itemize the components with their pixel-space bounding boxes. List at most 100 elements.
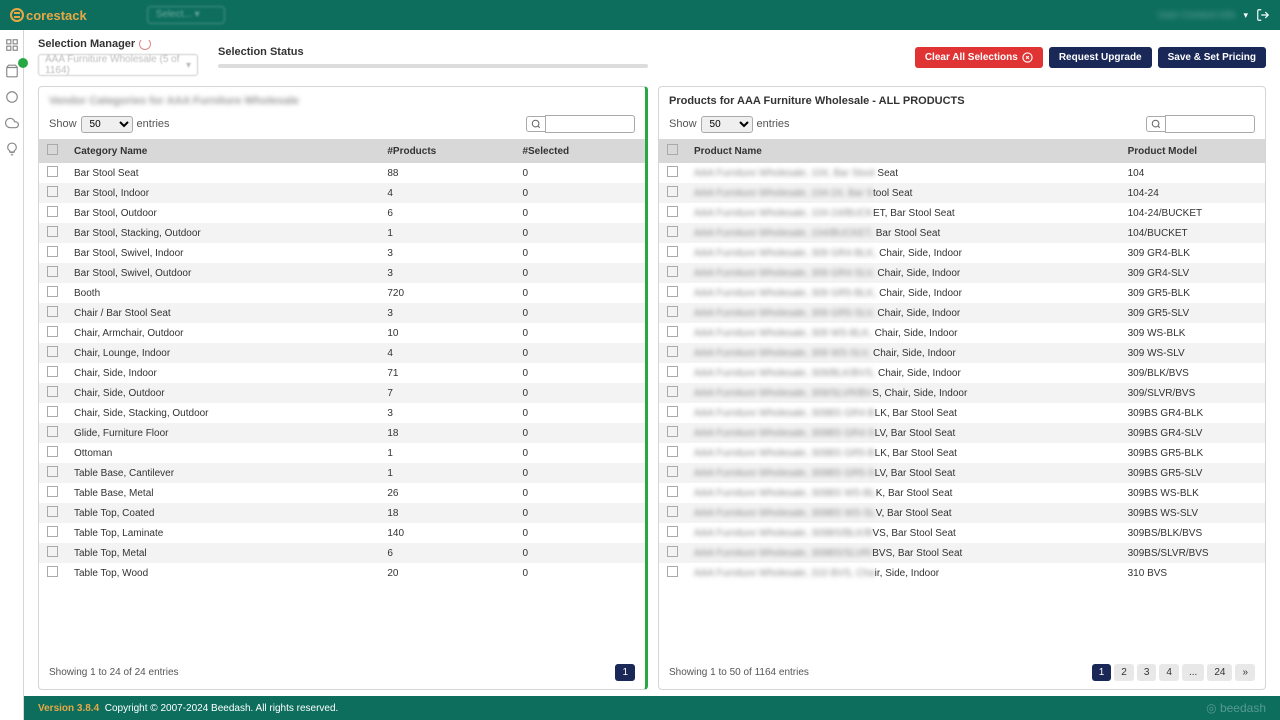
table-row[interactable]: Bar Stool, Swivel, Indoor30	[39, 243, 645, 263]
reload-icon[interactable]	[139, 38, 151, 50]
col-products[interactable]: #Products	[379, 139, 514, 163]
row-checkbox[interactable]	[667, 386, 678, 397]
save-pricing-button[interactable]: Save & Set Pricing	[1158, 47, 1266, 68]
page-button[interactable]: 3	[1137, 664, 1157, 681]
page-button[interactable]: 1	[1092, 664, 1112, 681]
row-checkbox[interactable]	[667, 566, 678, 577]
table-row[interactable]: Table Top, Metal60	[39, 543, 645, 563]
table-row[interactable]: Chair, Side, Outdoor70	[39, 383, 645, 403]
row-checkbox[interactable]	[667, 346, 678, 357]
table-row[interactable]: AAA Furniture Wholesale, 309BS/SLVR/BVS,…	[659, 543, 1265, 563]
table-row[interactable]: Chair, Armchair, Outdoor100	[39, 323, 645, 343]
table-row[interactable]: AAA Furniture Wholesale, 309 WS-BLK, Cha…	[659, 323, 1265, 343]
row-checkbox[interactable]	[667, 506, 678, 517]
row-checkbox[interactable]	[667, 206, 678, 217]
row-checkbox[interactable]	[47, 246, 58, 257]
row-checkbox[interactable]	[47, 326, 58, 337]
table-row[interactable]: Bar Stool Seat880	[39, 163, 645, 183]
table-row[interactable]: Glide, Furniture Floor180	[39, 423, 645, 443]
select-all-checkbox[interactable]	[667, 144, 678, 155]
row-checkbox[interactable]	[47, 306, 58, 317]
row-checkbox[interactable]	[667, 486, 678, 497]
table-row[interactable]: Table Top, Laminate1400	[39, 523, 645, 543]
page-button[interactable]: ...	[1182, 664, 1204, 681]
col-product-model[interactable]: Product Model	[1120, 139, 1265, 163]
cloud-icon[interactable]	[5, 116, 19, 130]
page-button[interactable]: 4	[1159, 664, 1179, 681]
table-row[interactable]: AAA Furniture Wholesale, 309/BLK/BVS, Ch…	[659, 363, 1265, 383]
bulb-icon[interactable]	[5, 142, 19, 156]
table-row[interactable]: Bar Stool, Stacking, Outdoor10	[39, 223, 645, 243]
row-checkbox[interactable]	[667, 366, 678, 377]
page-button[interactable]: 1	[615, 664, 635, 681]
categories-search-input[interactable]	[545, 115, 635, 133]
table-row[interactable]: Chair, Side, Indoor710	[39, 363, 645, 383]
table-row[interactable]: AAA Furniture Wholesale, 309BS WS-SLV, B…	[659, 503, 1265, 523]
row-checkbox[interactable]	[47, 546, 58, 557]
table-row[interactable]: Bar Stool, Swivel, Outdoor30	[39, 263, 645, 283]
row-checkbox[interactable]	[667, 526, 678, 537]
table-row[interactable]: AAA Furniture Wholesale, 309BS WS-BLK, B…	[659, 483, 1265, 503]
row-checkbox[interactable]	[667, 286, 678, 297]
row-checkbox[interactable]	[667, 466, 678, 477]
row-checkbox[interactable]	[47, 206, 58, 217]
row-checkbox[interactable]	[47, 166, 58, 177]
table-row[interactable]: AAA Furniture Wholesale, 309/SLVR/BVS, C…	[659, 383, 1265, 403]
row-checkbox[interactable]	[47, 266, 58, 277]
row-checkbox[interactable]	[667, 226, 678, 237]
table-row[interactable]: Chair / Bar Stool Seat30	[39, 303, 645, 323]
row-checkbox[interactable]	[667, 426, 678, 437]
row-checkbox[interactable]	[47, 566, 58, 577]
table-row[interactable]: AAA Furniture Wholesale, 309BS/BLK/BVS, …	[659, 523, 1265, 543]
table-row[interactable]: Table Top, Coated180	[39, 503, 645, 523]
table-row[interactable]: Bar Stool, Indoor40	[39, 183, 645, 203]
table-row[interactable]: Chair, Side, Stacking, Outdoor30	[39, 403, 645, 423]
table-row[interactable]: AAA Furniture Wholesale, 309BS GR5-SLV, …	[659, 463, 1265, 483]
row-checkbox[interactable]	[47, 466, 58, 477]
table-row[interactable]: AAA Furniture Wholesale, 104/BUCKET, Bar…	[659, 223, 1265, 243]
row-checkbox[interactable]	[47, 346, 58, 357]
search-icon[interactable]	[1146, 116, 1165, 132]
table-row[interactable]: AAA Furniture Wholesale, 309 GR5-BLK, Ch…	[659, 283, 1265, 303]
row-checkbox[interactable]	[47, 226, 58, 237]
table-row[interactable]: AAA Furniture Wholesale, 309 GR4-SLV, Ch…	[659, 263, 1265, 283]
table-row[interactable]: Bar Stool, Outdoor60	[39, 203, 645, 223]
table-row[interactable]: AAA Furniture Wholesale, 309 GR4-BLK, Ch…	[659, 243, 1265, 263]
clear-selections-button[interactable]: Clear All Selections	[915, 47, 1043, 68]
table-row[interactable]: AAA Furniture Wholesale, 104-24, Bar Sto…	[659, 183, 1265, 203]
row-checkbox[interactable]	[667, 406, 678, 417]
table-row[interactable]: AAA Furniture Wholesale, 309BS GR4-BLK, …	[659, 403, 1265, 423]
row-checkbox[interactable]	[667, 266, 678, 277]
table-row[interactable]: Booth7200	[39, 283, 645, 303]
refresh-icon[interactable]	[5, 90, 19, 104]
products-search-input[interactable]	[1165, 115, 1255, 133]
col-category-name[interactable]: Category Name	[66, 139, 379, 163]
row-checkbox[interactable]	[47, 386, 58, 397]
page-button[interactable]: 2	[1114, 664, 1134, 681]
row-checkbox[interactable]	[667, 306, 678, 317]
table-row[interactable]: AAA Furniture Wholesale, 104, Bar Stool …	[659, 163, 1265, 183]
row-checkbox[interactable]	[47, 426, 58, 437]
col-product-name[interactable]: Product Name	[686, 139, 1120, 163]
row-checkbox[interactable]	[667, 326, 678, 337]
vendor-dropdown[interactable]: AAA Furniture Wholesale (5 of 1164)▾	[38, 54, 198, 76]
page-size-select[interactable]: 50	[81, 116, 133, 133]
page-button[interactable]: 24	[1207, 664, 1232, 681]
row-checkbox[interactable]	[667, 166, 678, 177]
table-row[interactable]: AAA Furniture Wholesale, 309 GR5-SLV, Ch…	[659, 303, 1265, 323]
row-checkbox[interactable]	[47, 186, 58, 197]
row-checkbox[interactable]	[667, 246, 678, 257]
row-checkbox[interactable]	[667, 186, 678, 197]
select-all-checkbox[interactable]	[47, 144, 58, 155]
table-row[interactable]: Table Base, Metal260	[39, 483, 645, 503]
col-selected[interactable]: #Selected	[514, 139, 645, 163]
table-row[interactable]: AAA Furniture Wholesale, 310 BVS, Chair,…	[659, 563, 1265, 583]
table-row[interactable]: AAA Furniture Wholesale, 309BS GR5-BLK, …	[659, 443, 1265, 463]
row-checkbox[interactable]	[47, 486, 58, 497]
search-icon[interactable]	[526, 116, 545, 132]
row-checkbox[interactable]	[47, 506, 58, 517]
table-row[interactable]: AAA Furniture Wholesale, 104-24/BUCKET, …	[659, 203, 1265, 223]
table-row[interactable]: AAA Furniture Wholesale, 309BS GR4-SLV, …	[659, 423, 1265, 443]
request-upgrade-button[interactable]: Request Upgrade	[1049, 47, 1152, 68]
chevron-down-icon[interactable]: ▾	[1243, 10, 1248, 21]
